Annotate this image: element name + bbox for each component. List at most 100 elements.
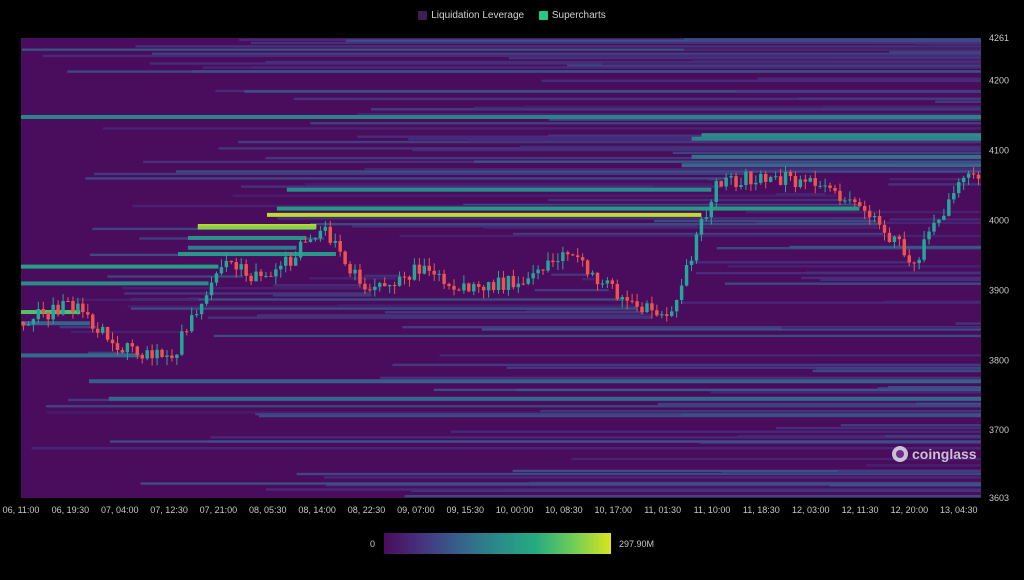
candle-body[interactable] (412, 264, 417, 280)
candle-body[interactable] (536, 269, 540, 274)
liquidation-band[interactable] (691, 154, 1009, 159)
candle-body[interactable] (897, 236, 902, 240)
candle-body[interactable] (51, 304, 55, 320)
liquidation-band[interactable] (187, 245, 297, 250)
candle-body[interactable] (204, 295, 209, 304)
candle-body[interactable] (378, 283, 382, 287)
candle-body[interactable] (660, 314, 664, 316)
candle-body[interactable] (125, 343, 130, 353)
candle-body[interactable] (303, 241, 308, 243)
candle-body[interactable] (185, 331, 189, 333)
candle-body[interactable] (244, 264, 248, 276)
candle-body[interactable] (759, 173, 763, 183)
candle-body[interactable] (887, 232, 892, 243)
candle-body[interactable] (501, 277, 506, 290)
candle-body[interactable] (417, 264, 422, 274)
candle-body[interactable] (363, 283, 367, 290)
candle-body[interactable] (957, 182, 961, 194)
candle-body[interactable] (199, 303, 204, 315)
candle-body[interactable] (338, 240, 342, 252)
candle-body[interactable] (100, 326, 105, 333)
candle-body[interactable] (506, 275, 511, 290)
candle-body[interactable] (288, 256, 293, 266)
candle-body[interactable] (699, 218, 704, 235)
candle-body[interactable] (348, 264, 352, 274)
candle-body[interactable] (580, 257, 585, 261)
candle-body[interactable] (947, 199, 951, 216)
candle-body[interactable] (481, 286, 486, 291)
candle-body[interactable] (971, 173, 976, 175)
candle-body[interactable] (600, 283, 605, 285)
candle-body[interactable] (219, 267, 224, 274)
candle-body[interactable] (229, 260, 234, 263)
candle-body[interactable] (521, 283, 525, 285)
candle-body[interactable] (358, 269, 362, 284)
candle-body[interactable] (224, 260, 229, 268)
liquidation-band[interactable] (691, 136, 1009, 141)
candle-body[interactable] (872, 215, 877, 218)
candle-body[interactable] (932, 222, 936, 232)
candle-body[interactable] (709, 201, 714, 218)
candle-body[interactable] (937, 219, 941, 223)
candle-body[interactable] (293, 257, 298, 266)
candle-body[interactable] (368, 289, 372, 291)
candle-body[interactable] (26, 324, 31, 326)
candle-body[interactable] (343, 251, 347, 265)
liquidation-band[interactable] (701, 133, 1008, 138)
candle-body[interactable] (976, 174, 981, 179)
candle-body[interactable] (590, 272, 595, 275)
candle-body[interactable] (491, 282, 496, 290)
candle-body[interactable] (813, 178, 817, 186)
candle-body[interactable] (452, 285, 456, 290)
candle-body[interactable] (853, 199, 857, 203)
candle-body[interactable] (754, 182, 758, 185)
colorbar-gradient[interactable] (384, 533, 611, 554)
liquidation-band[interactable] (21, 264, 219, 269)
candle-body[interactable] (541, 269, 545, 271)
candle-body[interactable] (605, 280, 610, 284)
candle-body[interactable] (407, 276, 412, 280)
candle-body[interactable] (665, 314, 669, 316)
candle-body[interactable] (76, 303, 80, 312)
liquidation-band[interactable] (21, 281, 209, 286)
liquidation-band[interactable] (21, 114, 1008, 119)
candle-body[interactable] (927, 231, 931, 240)
candle-body[interactable] (120, 349, 125, 353)
legend-item-supercharts[interactable]: Supercharts (538, 10, 606, 21)
candle-body[interactable] (31, 319, 36, 325)
candle-body[interactable] (486, 282, 491, 291)
candle-body[interactable] (674, 299, 679, 312)
candle-body[interactable] (961, 177, 966, 183)
liquidation-band[interactable] (187, 235, 307, 240)
candle-body[interactable] (140, 354, 144, 359)
candle-body[interactable] (214, 273, 219, 283)
candle-body[interactable] (689, 260, 694, 266)
candle-body[interactable] (719, 181, 723, 187)
candle-body[interactable] (793, 176, 798, 188)
candle-body[interactable] (808, 178, 813, 182)
candle-body[interactable] (902, 239, 907, 256)
candle-body[interactable] (843, 200, 847, 202)
candle-body[interactable] (714, 181, 718, 202)
candle-body[interactable] (269, 275, 273, 277)
candle-body[interactable] (783, 171, 788, 185)
candle-body[interactable] (422, 265, 427, 274)
candle-body[interactable] (655, 310, 659, 316)
candle-body[interactable] (41, 308, 45, 313)
candle-body[interactable] (110, 339, 115, 344)
candle-body[interactable] (942, 215, 946, 220)
candle-body[interactable] (308, 239, 313, 243)
candle-body[interactable] (828, 185, 832, 188)
candle-body[interactable] (313, 238, 318, 240)
candle-body[interactable] (818, 185, 822, 187)
candle-body[interactable] (472, 284, 476, 292)
candle-body[interactable] (427, 265, 431, 271)
candle-body[interactable] (95, 328, 100, 333)
candle-body[interactable] (234, 262, 238, 270)
candle-body[interactable] (595, 272, 600, 285)
candle-body[interactable] (566, 252, 570, 255)
candle-body[interactable] (966, 173, 971, 178)
candle-body[interactable] (402, 276, 407, 278)
candle-body[interactable] (773, 176, 778, 178)
candle-body[interactable] (922, 239, 926, 260)
